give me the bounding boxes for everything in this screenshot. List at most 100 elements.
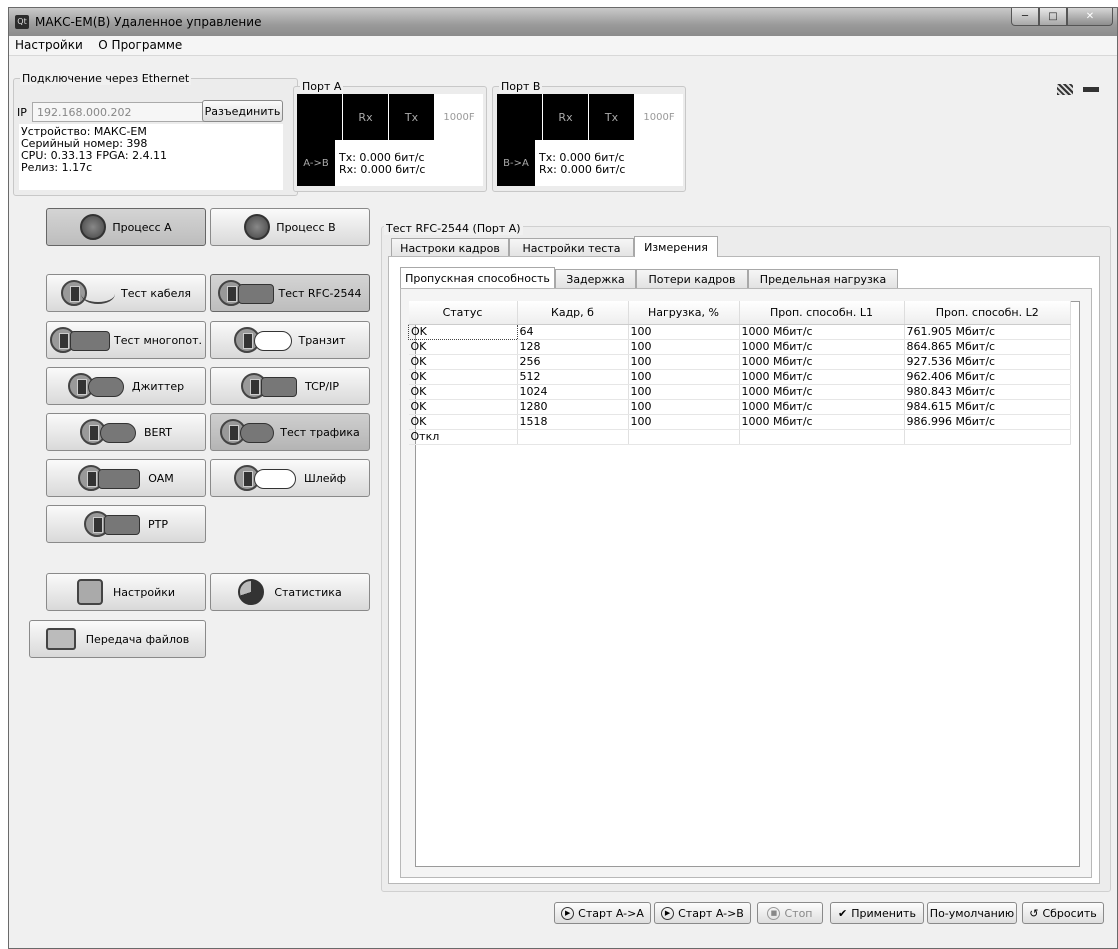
release-version: Релиз: 1.17c — [21, 161, 93, 174]
cell-frame-size — [517, 429, 629, 445]
port-b-rates: Tx: 0.000 бит/с Rx: 0.000 бит/с — [539, 152, 625, 176]
cell-frame-size: 256 — [517, 354, 629, 370]
statistics-label: Статистика — [274, 585, 342, 599]
ptp-button[interactable]: PTP — [46, 505, 206, 543]
table-row[interactable]: Откл — [408, 429, 1071, 445]
ptp-icon — [84, 509, 144, 539]
start-a-to-a-label: Старт A->A — [578, 906, 644, 920]
menu-about[interactable]: О Программе — [92, 36, 188, 54]
col-throughput-l2[interactable]: Проп. способн. L2 — [904, 301, 1071, 325]
subtab-frame-loss[interactable]: Потери кадров — [636, 269, 748, 288]
process-b-button[interactable]: Процесс B — [210, 208, 370, 246]
disconnect-button[interactable]: Разъединить — [202, 100, 283, 122]
bert-button[interactable]: BERT — [46, 413, 206, 451]
start-a-to-a-button[interactable]: ▶ Старт A->A — [554, 902, 651, 924]
port-a-direction: A->B — [297, 140, 335, 186]
window-title: МАКС-ЕМ(В) Удаленное управление — [35, 15, 262, 29]
port-b-rx-rate: Rx: 0.000 бит/с — [539, 163, 626, 176]
multistream-test-icon — [50, 325, 110, 355]
stop-icon: ■ — [767, 906, 781, 920]
traffic-test-button[interactable]: Тест трафика — [210, 413, 370, 451]
process-a-label: Процесс A — [112, 220, 172, 234]
settings-button[interactable]: Настройки — [46, 573, 206, 611]
traffic-test-icon — [220, 417, 276, 447]
table-header-row: Статус Кадр, б Нагрузка, % Проп. способн… — [408, 301, 1071, 325]
reset-label: Сбросить — [1042, 906, 1097, 920]
port-a-rx-rate: Rx: 0.000 бит/с — [339, 163, 426, 176]
table-row[interactable]: OK 1024 100 1000 Мбит/с 980.843 Мбит/с — [408, 384, 1071, 400]
cell-status: OK — [408, 354, 518, 370]
reset-icon: ↺ — [1029, 906, 1039, 920]
file-transfer-button[interactable]: Передача файлов — [29, 620, 206, 658]
statistics-button[interactable]: Статистика — [210, 573, 370, 611]
menu-settings[interactable]: Настройки — [9, 36, 89, 54]
col-throughput-l1[interactable]: Проп. способн. L1 — [739, 301, 905, 325]
play-icon: ▶ — [661, 906, 675, 920]
cell-load: 100 — [628, 324, 740, 340]
cell-throughput-l2: 864.865 Мбит/с — [904, 339, 1071, 355]
loopback-button[interactable]: Шлейф — [210, 459, 370, 497]
oam-button[interactable]: OAM — [46, 459, 206, 497]
ip-input[interactable]: 192.168.000.202 — [32, 102, 208, 122]
table-row[interactable]: OK 256 100 1000 Мбит/с 927.536 Мбит/с — [408, 354, 1071, 370]
table-row[interactable]: OK 1280 100 1000 Мбит/с 984.615 Мбит/с — [408, 399, 1071, 415]
stop-button[interactable]: ■ Стоп — [757, 902, 823, 924]
collapse-icon[interactable] — [1083, 87, 1099, 92]
apply-button[interactable]: ✔ Применить — [830, 902, 924, 924]
subtab-latency[interactable]: Задержка — [555, 269, 636, 288]
close-button[interactable]: ✕ — [1067, 8, 1113, 26]
cell-throughput-l2: 986.996 Мбит/с — [904, 414, 1071, 430]
cell-load: 100 — [628, 369, 740, 385]
cell-status: Откл — [408, 429, 518, 445]
col-load[interactable]: Нагрузка, % — [628, 301, 740, 325]
port-a-speed: 1000F — [443, 111, 475, 123]
table-row[interactable]: OK 128 100 1000 Мбит/с 864.865 Мбит/с — [408, 339, 1071, 355]
cell-status: OK — [408, 414, 518, 430]
multistream-test-label: Тест многопот. — [114, 333, 202, 347]
rfc2544-test-icon — [218, 278, 275, 308]
col-status[interactable]: Статус — [408, 301, 518, 325]
bert-icon — [79, 417, 140, 447]
cell-frame-size: 128 — [517, 339, 629, 355]
table-row[interactable]: OK 1518 100 1000 Мбит/с 986.996 Мбит/с — [408, 414, 1071, 430]
ip-label: IP — [17, 106, 27, 119]
maximize-button[interactable]: □ — [1039, 8, 1067, 26]
cell-frame-size: 512 — [517, 369, 629, 385]
statistics-icon — [238, 577, 270, 607]
cell-load: 100 — [628, 354, 740, 370]
start-a-to-b-button[interactable]: ▶ Старт A->B — [654, 902, 751, 924]
cell-throughput-l1: 1000 Мбит/с — [739, 414, 905, 430]
col-frame-size[interactable]: Кадр, б — [517, 301, 629, 325]
tab-frame-settings[interactable]: Настроки кадров — [391, 238, 509, 257]
cell-load: 100 — [628, 384, 740, 400]
default-button[interactable]: По-умолчанию — [927, 902, 1017, 924]
table-row[interactable]: OK 64 100 1000 Мбит/с 761.905 Мбит/с — [408, 324, 1071, 340]
transit-button[interactable]: Транзит — [210, 321, 370, 359]
rfc2544-test-button[interactable]: Тест RFC-2544 — [210, 274, 370, 312]
tab-measurements[interactable]: Измерения — [634, 236, 718, 257]
language-flag-icon[interactable] — [1057, 84, 1073, 95]
cell-status: OK — [408, 324, 518, 340]
default-label: По-умолчанию — [929, 906, 1015, 920]
port-b-tx-indicator: Tx — [589, 94, 634, 140]
table-row[interactable]: OK 512 100 1000 Мбит/с 962.406 Мбит/с — [408, 369, 1071, 385]
port-b-title: Порт B — [499, 80, 543, 93]
tcpip-button[interactable]: TCP/IP — [210, 367, 370, 405]
subtab-throughput[interactable]: Пропускная способность — [400, 267, 555, 288]
loopback-label: Шлейф — [303, 471, 347, 485]
rfc-panel-title: Тест RFC-2544 (Порт A) — [384, 222, 523, 235]
cell-throughput-l1: 1000 Мбит/с — [739, 399, 905, 415]
multistream-test-button[interactable]: Тест многопот. — [46, 321, 206, 359]
cell-throughput-l1: 1000 Мбит/с — [739, 339, 905, 355]
cable-test-button[interactable]: Тест кабеля — [46, 274, 206, 312]
device-info: Устройство: МАКС-ЕМ Серийный номер: 398 … — [19, 124, 283, 190]
tab-test-settings[interactable]: Настройки теста — [509, 238, 634, 257]
minimize-button[interactable]: ─ — [1011, 8, 1039, 26]
subtab-back-to-back[interactable]: Предельная нагрузка — [748, 269, 898, 288]
cell-throughput-l2: 962.406 Мбит/с — [904, 369, 1071, 385]
process-a-button[interactable]: Процесс A — [46, 208, 206, 246]
jitter-button[interactable]: Джиттер — [46, 367, 206, 405]
reset-button[interactable]: ↺ Сбросить — [1022, 902, 1104, 924]
port-b-speed: 1000F — [643, 111, 675, 123]
tcpip-icon — [241, 371, 301, 401]
